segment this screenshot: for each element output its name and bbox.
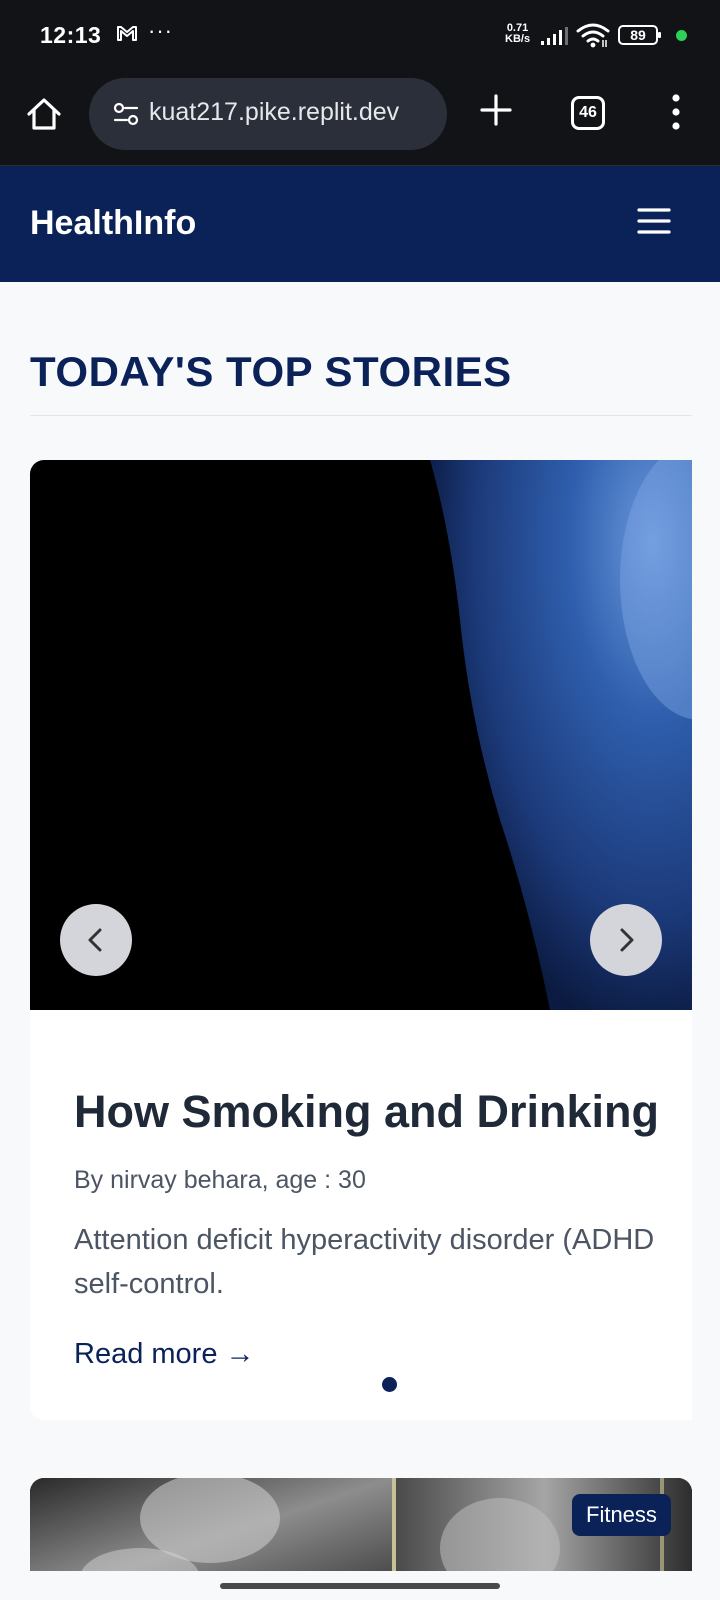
tab-switcher-icon[interactable]: 46 [571, 96, 605, 130]
tab-count: 46 [579, 104, 597, 121]
privacy-indicator-dot [676, 30, 687, 41]
gmail-icon [117, 26, 137, 41]
new-tab-icon[interactable] [478, 92, 514, 128]
notification-overflow: ··· [148, 18, 173, 43]
chevron-left-icon [88, 928, 102, 952]
site-header: HealthInfo [0, 166, 720, 282]
story-excerpt: Attention deficit hyperactivity disorder… [74, 1218, 692, 1306]
section-divider [30, 415, 692, 416]
read-more-link[interactable]: Read more → [74, 1338, 255, 1371]
url-text: kuat217.pike.replit.dev [149, 98, 400, 126]
more-menu-icon[interactable] [664, 92, 688, 132]
wifi-icon [576, 23, 610, 48]
story-title[interactable]: How Smoking and Drinking [74, 1086, 659, 1138]
status-time: 12:13 [40, 22, 102, 48]
carousel-indicator-active[interactable] [382, 1377, 397, 1392]
battery-level: 89 [630, 27, 646, 43]
address-bar[interactable]: kuat217.pike.replit.dev [89, 78, 447, 150]
browser-toolbar: kuat217.pike.replit.dev 46 [0, 72, 720, 166]
network-speed: 0.71 KB/s [505, 23, 530, 45]
story-image [30, 460, 692, 1010]
section-title: TODAY'S TOP STORIES [30, 348, 512, 395]
home-icon[interactable] [24, 94, 64, 134]
cellular-signal-icon [541, 27, 568, 45]
carousel-next-button[interactable] [590, 904, 662, 976]
story-excerpt-line: Attention deficit hyperactivity disorder… [74, 1224, 655, 1256]
story-byline: By nirvay behara, age : 30 [74, 1166, 366, 1194]
story-excerpt-line: self-control. [74, 1268, 224, 1300]
gesture-handle[interactable] [220, 1583, 500, 1589]
hamburger-menu-icon[interactable] [636, 206, 672, 236]
battery-icon: 89 [618, 24, 662, 46]
status-bar: 12:13 ··· 0.71 KB/s 89 [0, 0, 720, 72]
site-settings-icon[interactable] [113, 102, 139, 126]
featured-story-card[interactable]: How Smoking and Drinking By nirvay behar… [30, 460, 692, 1420]
carousel-prev-button[interactable] [60, 904, 132, 976]
network-speed-unit: KB/s [505, 33, 531, 45]
chevron-right-icon [620, 928, 634, 952]
category-badge[interactable]: Fitness [572, 1494, 671, 1536]
site-logo[interactable]: HealthInfo [30, 204, 196, 243]
